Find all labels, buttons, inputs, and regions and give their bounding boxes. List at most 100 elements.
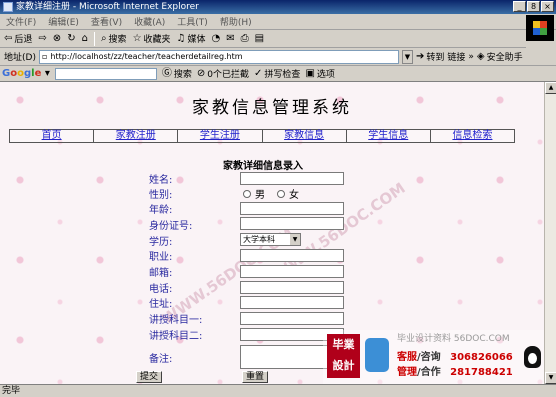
subject2-label: 讲授科目二: — [149, 331, 203, 342]
options-icon: ▣ — [305, 67, 315, 79]
gender-male-radio[interactable] — [243, 189, 251, 198]
google-g-icon: Ⓖ — [161, 67, 172, 79]
mail-button[interactable]: ✉ — [226, 32, 235, 44]
safety-assistant-button[interactable]: ◈ 安全助手 — [477, 50, 523, 63]
search-button[interactable]: ⌕ 搜索 — [101, 32, 127, 45]
google-search-button[interactable]: Ⓖ 搜索 — [162, 67, 192, 80]
back-arrow-icon: ⇦ — [4, 32, 13, 44]
nav-cell: 家教信息 — [263, 130, 347, 142]
nav-student-info-link[interactable]: 学生信息 — [368, 130, 408, 141]
advertisement-banner[interactable]: 毕業 設計 毕业设计资料 56DOC.COM 客服/咨询 306826066 管… — [323, 330, 544, 384]
nav-tutor-info-link[interactable]: 家教信息 — [284, 130, 324, 141]
options-button[interactable]: ▣ 选项 — [305, 67, 334, 80]
occupation-label: 职业: — [149, 252, 173, 263]
nav-search-link[interactable]: 信息检索 — [452, 130, 492, 141]
spellcheck-button[interactable]: ✓ 拼写检查 — [254, 67, 300, 80]
media-button[interactable]: ♫ 媒体 — [177, 32, 206, 45]
stop-icon: ⊗ — [52, 32, 62, 44]
nav-tutor-register-link[interactable]: 家教注册 — [116, 130, 156, 141]
home-button[interactable]: ⌂ — [81, 32, 88, 44]
menu-bar: 文件(F) 编辑(E) 查看(V) 收藏(A) 工具(T) 帮助(H) — [0, 14, 556, 30]
nav-student-register-link[interactable]: 学生注册 — [200, 130, 240, 141]
minimize-button[interactable]: _ — [513, 1, 526, 12]
google-search-input[interactable] — [54, 67, 157, 80]
page-title: 家教信息管理系统 — [192, 98, 352, 118]
education-select[interactable]: 大学本科 ▼ — [240, 233, 301, 246]
nav-cell: 学生注册 — [178, 130, 263, 142]
gender-female-label: 女 — [289, 190, 299, 201]
edit-button[interactable]: ▤ — [255, 33, 264, 44]
subject1-label: 讲授科目一: — [149, 315, 203, 326]
remarks-label: 备注: — [149, 354, 173, 365]
media-icon: ♫ — [176, 32, 186, 44]
checkmark-icon: ✓ — [254, 67, 263, 79]
address-url: http://localhost/zz/teacher/teacherdetai… — [50, 52, 243, 61]
nav-cell: 学生信息 — [347, 130, 431, 142]
subject1-input[interactable] — [240, 312, 344, 325]
menu-help[interactable]: 帮助(H) — [220, 15, 252, 28]
google-logo[interactable]: Google ▾ — [2, 68, 50, 79]
go-arrow-icon: ➔ — [415, 50, 425, 62]
close-button[interactable]: × — [541, 1, 554, 12]
page-icon: ▫ — [41, 52, 48, 61]
favorites-icon: ☆ — [132, 32, 142, 44]
address-input[interactable] — [240, 296, 344, 309]
maximize-button[interactable]: 8 — [527, 1, 540, 12]
menu-file[interactable]: 文件(F) — [6, 15, 36, 28]
favorites-button[interactable]: ☆ 收藏夹 — [133, 32, 171, 45]
forward-arrow-icon: ⇨ — [38, 32, 47, 44]
scroll-up-icon[interactable]: ▲ — [545, 82, 556, 94]
chevron-icon[interactable]: » — [468, 52, 474, 62]
phone-input[interactable] — [240, 281, 344, 294]
id-number-label: 身份证号: — [149, 221, 193, 232]
menu-view[interactable]: 查看(V) — [91, 15, 122, 28]
id-number-input[interactable] — [240, 217, 344, 230]
gender-female-radio[interactable] — [277, 189, 285, 198]
reset-button[interactable]: 重置 — [242, 371, 269, 383]
ad-tagline: 毕业设计资料 56DOC.COM — [397, 334, 510, 344]
toolbar-separator — [93, 31, 95, 46]
home-icon: ⌂ — [81, 32, 88, 44]
email-label: 邮箱: — [149, 268, 173, 279]
qq-penguin-icon — [524, 346, 541, 368]
education-label: 学历: — [149, 237, 173, 248]
menu-edit[interactable]: 编辑(E) — [48, 15, 79, 28]
occupation-input[interactable] — [240, 249, 344, 262]
gender-label: 性别: — [149, 190, 173, 201]
menu-favorites[interactable]: 收藏(A) — [134, 15, 165, 28]
submit-button[interactable]: 提交 — [136, 371, 163, 383]
ie-logo — [526, 15, 554, 41]
blocked-icon: ⊘ — [196, 67, 206, 79]
go-button[interactable]: ➔ 转到 — [416, 50, 444, 63]
scroll-down-icon[interactable]: ▼ — [545, 372, 556, 384]
ie-window-icon — [3, 2, 13, 12]
address-label: 地址(D) — [4, 53, 36, 63]
window-titlebar: 家教详细注册 - Microsoft Internet Explorer _ 8… — [0, 0, 556, 14]
popup-blocker-button[interactable]: ⊘ 0个已拦截 — [197, 67, 249, 80]
print-button[interactable]: ⎙ — [241, 33, 249, 44]
vertical-scrollbar[interactable]: ▲ ▼ — [544, 82, 556, 384]
phone-label: 电话: — [149, 284, 173, 295]
history-icon: ◔ — [211, 32, 221, 44]
age-input[interactable] — [240, 202, 344, 215]
form-title: 家教详细信息录入 — [223, 161, 303, 172]
education-selected-value: 大学本科 — [243, 235, 275, 244]
name-label: 姓名: — [149, 175, 173, 186]
refresh-button[interactable]: ↻ — [67, 33, 75, 44]
back-button[interactable]: ⇦ 后退 — [4, 32, 32, 45]
nav-home-link[interactable]: 首页 — [42, 130, 62, 141]
forward-button[interactable]: ⇨ — [38, 32, 47, 44]
age-label: 年龄: — [149, 205, 173, 216]
window-controls: _ 8 × — [513, 1, 554, 12]
ad-logo: 毕業 設計 — [327, 334, 360, 378]
history-button[interactable]: ◔ — [211, 32, 221, 44]
page-content: WWW.56DOC.COM WWW.56DOC.COM 家教信息管理系统 首页 … — [0, 82, 544, 384]
stop-button[interactable]: ⊗ — [52, 32, 62, 44]
links-button[interactable]: 链接 — [447, 50, 465, 63]
address-input[interactable]: ▫ http://localhost/zz/teacher/teacherdet… — [38, 49, 399, 64]
name-input[interactable] — [240, 172, 344, 185]
mail-icon: ✉ — [226, 32, 235, 44]
email-input[interactable] — [240, 265, 344, 278]
address-dropdown-button[interactable]: ▼ — [401, 49, 413, 64]
menu-tools[interactable]: 工具(T) — [177, 15, 208, 28]
